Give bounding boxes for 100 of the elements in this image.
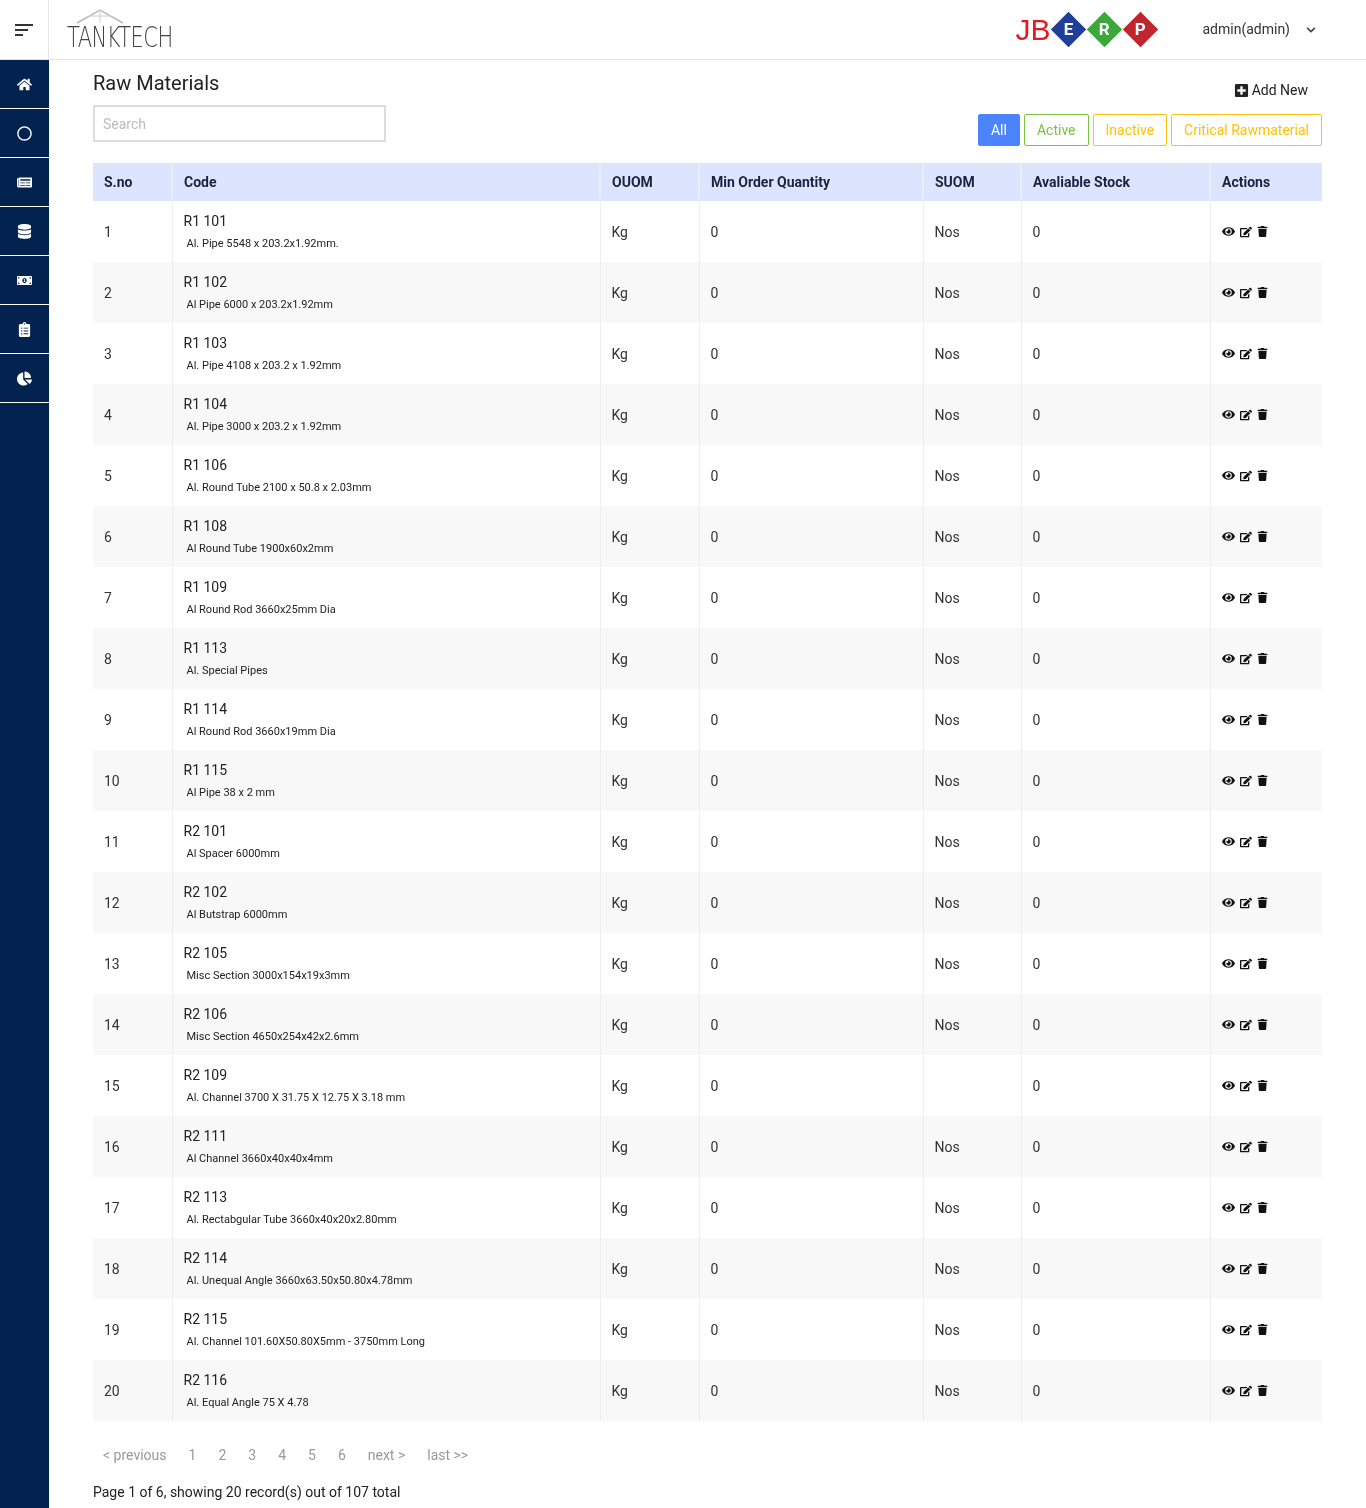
view-icon[interactable]	[1221, 1201, 1235, 1214]
edit-icon[interactable]	[1239, 225, 1252, 238]
pagination-link[interactable]: 3	[248, 1445, 257, 1466]
trash-icon[interactable]	[1256, 409, 1268, 420]
view-icon[interactable]	[1221, 957, 1235, 970]
trash-icon[interactable]	[1256, 1019, 1268, 1030]
item-code: R1 114	[183, 699, 229, 719]
filter-tab[interactable]: Critical Rawmaterial	[1171, 114, 1322, 146]
search-field[interactable]: Search	[93, 105, 386, 142]
view-icon[interactable]	[1221, 347, 1235, 360]
edit-icon[interactable]	[1239, 652, 1252, 665]
trash-icon[interactable]	[1256, 897, 1268, 908]
pagination-link[interactable]: 2	[218, 1445, 227, 1466]
table-cell: Nos	[934, 650, 960, 667]
trash-icon[interactable]	[1256, 1385, 1268, 1396]
edit-icon[interactable]	[1239, 1140, 1252, 1153]
view-icon[interactable]	[1221, 1323, 1235, 1336]
clipboard-icon[interactable]	[17, 321, 32, 337]
view-icon[interactable]	[1221, 835, 1235, 848]
table-cell: Nos	[934, 1321, 960, 1338]
trash-icon[interactable]	[1256, 653, 1268, 664]
trash-icon[interactable]	[1256, 1202, 1268, 1213]
item-code: R2 109	[183, 1065, 229, 1085]
add-new-button[interactable]: Add New	[1233, 80, 1308, 101]
trash-icon[interactable]	[1256, 592, 1268, 603]
menu-icon[interactable]	[15, 23, 33, 36]
view-icon[interactable]	[1221, 652, 1235, 665]
edit-icon[interactable]	[1239, 1079, 1252, 1092]
filter-tab[interactable]: Inactive	[1092, 114, 1168, 146]
table-cell: 10	[104, 772, 120, 789]
table-cell: 0	[710, 711, 719, 728]
view-icon[interactable]	[1221, 530, 1235, 543]
view-icon[interactable]	[1221, 1079, 1235, 1092]
table-cell: Nos	[934, 528, 960, 545]
pagination-link[interactable]: 6	[337, 1445, 346, 1466]
view-icon[interactable]	[1221, 408, 1235, 421]
edit-icon[interactable]	[1239, 957, 1252, 970]
item-code: R2 115	[183, 1309, 229, 1329]
edit-icon[interactable]	[1239, 286, 1252, 299]
edit-icon[interactable]	[1239, 591, 1252, 604]
home-icon[interactable]	[17, 76, 32, 92]
edit-icon[interactable]	[1239, 1323, 1252, 1336]
pagination-link[interactable]: 4	[278, 1445, 286, 1466]
table-cell: 0	[710, 284, 719, 301]
chevron-down-icon[interactable]	[1306, 24, 1316, 35]
trash-icon[interactable]	[1256, 531, 1268, 542]
table-cell: 0	[710, 1199, 719, 1216]
trash-icon[interactable]	[1256, 287, 1268, 298]
view-icon[interactable]	[1221, 896, 1235, 909]
trash-icon[interactable]	[1256, 1141, 1268, 1152]
user-name[interactable]: admin(admin)	[1202, 19, 1290, 40]
edit-icon[interactable]	[1239, 1018, 1252, 1031]
edit-icon[interactable]	[1239, 896, 1252, 909]
trash-icon[interactable]	[1256, 1324, 1268, 1335]
view-icon[interactable]	[1221, 1384, 1235, 1397]
trash-icon[interactable]	[1256, 775, 1268, 786]
view-icon[interactable]	[1221, 225, 1235, 238]
table-cell: Kg	[611, 894, 628, 911]
trash-icon[interactable]	[1256, 1080, 1268, 1091]
view-icon[interactable]	[1221, 1140, 1235, 1153]
trash-icon[interactable]	[1256, 836, 1268, 847]
filter-tab[interactable]: All	[978, 114, 1020, 146]
table-cell: Nos	[934, 711, 960, 728]
edit-icon[interactable]	[1239, 347, 1252, 360]
pagination-link[interactable]: 5	[308, 1445, 316, 1466]
view-icon[interactable]	[1221, 774, 1235, 787]
table-cell: 0	[710, 406, 719, 423]
trash-icon[interactable]	[1256, 226, 1268, 237]
edit-icon[interactable]	[1239, 1384, 1252, 1397]
trash-icon[interactable]	[1256, 470, 1268, 481]
view-icon[interactable]	[1221, 1018, 1235, 1031]
pagination-link[interactable]: < previous	[103, 1445, 167, 1466]
trash-icon[interactable]	[1256, 348, 1268, 359]
edit-icon[interactable]	[1239, 774, 1252, 787]
view-icon[interactable]	[1221, 713, 1235, 726]
pagination-link[interactable]: next >	[367, 1445, 406, 1466]
edit-icon[interactable]	[1239, 469, 1252, 482]
edit-icon[interactable]	[1239, 713, 1252, 726]
filter-tab[interactable]: Active	[1023, 114, 1089, 146]
edit-icon[interactable]	[1239, 530, 1252, 543]
pie-chart-icon[interactable]	[17, 370, 32, 386]
view-icon[interactable]	[1221, 1262, 1235, 1275]
trash-icon[interactable]	[1256, 958, 1268, 969]
edit-icon[interactable]	[1239, 1201, 1252, 1214]
item-description: Al Round Tube 1900x60x2mm	[185, 540, 335, 557]
trash-icon[interactable]	[1256, 714, 1268, 725]
edit-icon[interactable]	[1239, 1262, 1252, 1275]
pagination-link[interactable]: 1	[188, 1445, 197, 1466]
trash-icon[interactable]	[1256, 1263, 1268, 1274]
view-icon[interactable]	[1221, 591, 1235, 604]
view-icon[interactable]	[1221, 469, 1235, 482]
table-cell: 0	[710, 772, 719, 789]
view-icon[interactable]	[1221, 286, 1235, 299]
pagination-link[interactable]: last >>	[427, 1445, 469, 1466]
database-icon[interactable]	[17, 223, 32, 239]
table-cell: Kg	[611, 406, 628, 423]
page-title: Raw Materials	[93, 70, 220, 97]
edit-icon[interactable]	[1239, 408, 1252, 421]
edit-icon[interactable]	[1239, 835, 1252, 848]
table-cell: 0	[710, 345, 719, 362]
